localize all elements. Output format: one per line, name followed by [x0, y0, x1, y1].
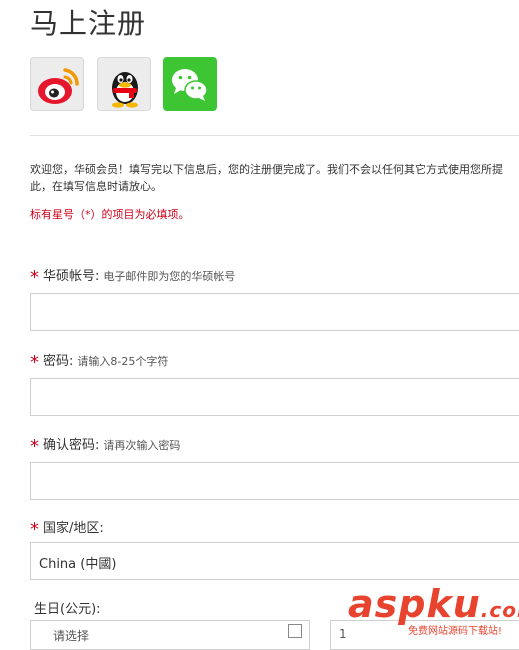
- required-fields-note: 标有星号（*）的项目为必填项。: [30, 208, 190, 221]
- watermark-main: aspku: [348, 582, 481, 626]
- required-star: *: [30, 519, 39, 540]
- wechat-login-button[interactable]: [163, 57, 217, 111]
- required-star: *: [30, 436, 39, 457]
- password-label-row: * 密码: 请输入8-25个字符: [30, 349, 169, 373]
- qq-penguin-icon: [112, 72, 138, 108]
- account-label: 华硕帐号:: [43, 269, 100, 284]
- aspku-watermark: aspku.com 免费网站源码下载站!: [348, 582, 519, 637]
- country-select[interactable]: China (中國): [30, 542, 519, 580]
- account-email-input[interactable]: [30, 293, 519, 331]
- required-star: *: [30, 352, 39, 373]
- confirm-password-hint: 请再次输入密码: [103, 439, 181, 452]
- weibo-icon: [38, 68, 79, 104]
- confirm-password-label-row: * 确认密码: 请再次输入密码: [30, 433, 181, 457]
- country-label: 国家/地区:: [43, 521, 104, 536]
- birthday-checkbox[interactable]: [288, 624, 302, 638]
- account-label-row: * 华硕帐号: 电子邮件即为您的华硕帐号: [30, 264, 236, 288]
- account-hint: 电子邮件即为您的华硕帐号: [103, 270, 236, 283]
- watermark-tld: .com: [480, 598, 519, 622]
- required-star: *: [30, 267, 39, 288]
- password-hint: 请输入8-25个字符: [77, 355, 169, 368]
- qq-login-button[interactable]: [97, 57, 151, 111]
- confirm-password-label: 确认密码:: [43, 438, 100, 453]
- intro-text-continued: 此，在填写信息时请放心。: [30, 180, 162, 193]
- intro-text: 欢迎您，华硕会员！填写完以下信息后，您的注册便完成了。我们不会以任何其它方式使用…: [30, 163, 503, 176]
- country-label-row: * 国家/地区:: [30, 516, 104, 540]
- weibo-login-button[interactable]: [30, 57, 84, 111]
- birthday-month-select[interactable]: 请选择: [30, 620, 310, 650]
- birthday-label: 生日(公元):: [34, 602, 101, 617]
- watermark-logo: aspku.com: [348, 582, 519, 626]
- page-title: 马上注册: [30, 7, 147, 40]
- password-label: 密码:: [43, 354, 74, 369]
- divider: [30, 135, 519, 136]
- watermark-subtitle: 免费网站源码下载站!: [408, 626, 503, 637]
- wechat-icon: [172, 69, 208, 101]
- confirm-password-input[interactable]: [30, 462, 519, 500]
- password-input[interactable]: [30, 378, 519, 416]
